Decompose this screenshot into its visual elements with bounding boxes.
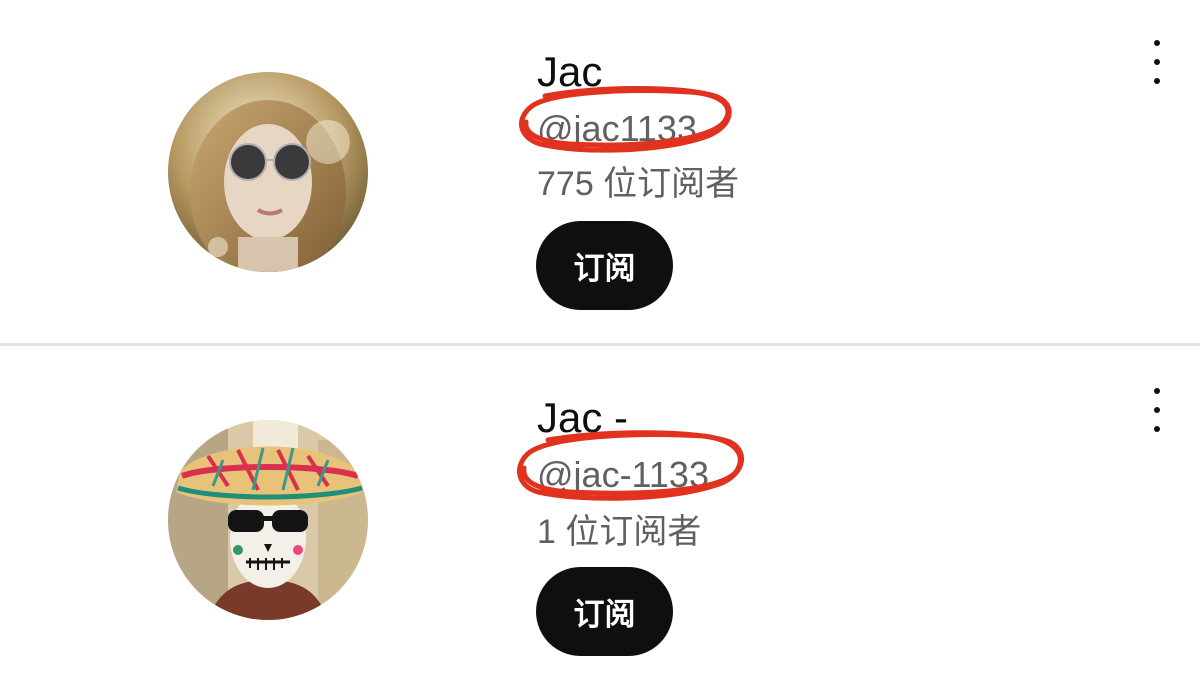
channel-result-jac-dash[interactable]: Jac - @jac-1133 1 位订阅者 订阅	[0, 346, 1200, 685]
avatar-image	[168, 72, 368, 272]
channel-name[interactable]: Jac	[537, 48, 602, 96]
channel-avatar[interactable]	[168, 420, 368, 620]
more-options-icon[interactable]	[1144, 40, 1170, 84]
subscribe-button[interactable]: 订阅	[536, 221, 673, 310]
dot	[1154, 40, 1160, 46]
subscriber-count: 775 位订阅者	[537, 165, 740, 203]
subscribe-button[interactable]: 订阅	[536, 567, 673, 656]
channel-handle: @jac1133	[537, 108, 697, 149]
channel-handle: @jac-1133	[537, 454, 709, 495]
dot	[1154, 407, 1160, 413]
subscriber-count: 1 位订阅者	[537, 513, 702, 551]
more-options-icon[interactable]	[1144, 388, 1170, 432]
channel-result-jac[interactable]: Jac @jac1133 775 位订阅者 订阅	[0, 0, 1200, 344]
avatar-image	[168, 420, 368, 620]
dot	[1154, 388, 1160, 394]
channel-name[interactable]: Jac -	[537, 394, 628, 442]
dot	[1154, 78, 1160, 84]
dot	[1154, 59, 1160, 65]
dot	[1154, 426, 1160, 432]
channel-avatar[interactable]	[168, 72, 368, 272]
